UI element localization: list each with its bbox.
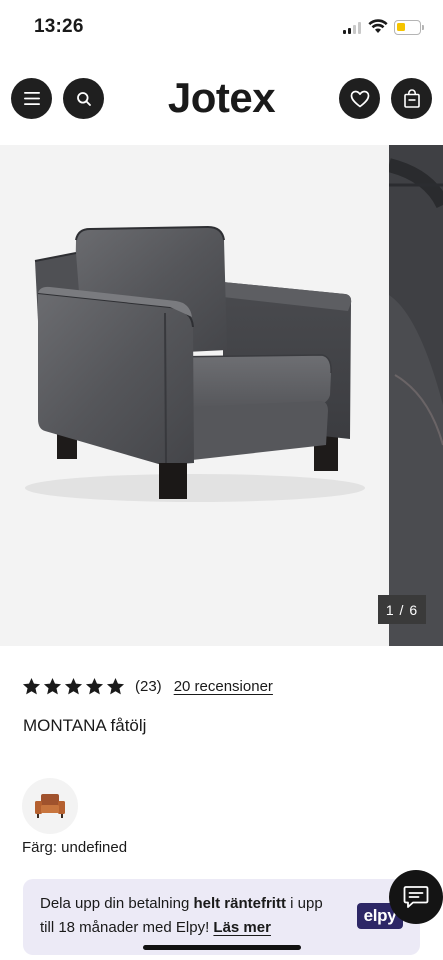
cellular-signal-icon: [343, 22, 363, 34]
read-more-link[interactable]: Läs mer: [213, 919, 271, 936]
star-rating: [22, 677, 125, 696]
elpy-payment-banner: Dela upp din betalning helt räntefritt i…: [23, 879, 420, 955]
chat-button[interactable]: [389, 870, 443, 924]
reviews-link[interactable]: 20 recensioner: [174, 678, 273, 695]
wifi-icon: [368, 19, 388, 34]
site-header: Jotex: [0, 72, 443, 128]
image-counter: 1 / 6: [378, 595, 426, 624]
star-icon: [85, 677, 104, 694]
wishlist-button[interactable]: [339, 78, 380, 119]
menu-button[interactable]: [11, 78, 52, 119]
status-bar: 13:26: [0, 0, 443, 56]
next-product-image[interactable]: [389, 145, 443, 646]
search-icon: [76, 91, 91, 106]
elpy-text-bold: helt räntefritt: [193, 895, 286, 912]
elpy-banner-text: Dela upp din betalning helt räntefritt i…: [40, 892, 330, 940]
product-image-gallery[interactable]: 1 / 6: [0, 145, 443, 646]
product-rating: (23) 20 recensioner: [22, 674, 273, 698]
menu-icon: [23, 92, 40, 105]
cart-button[interactable]: [391, 78, 432, 119]
product-image[interactable]: [0, 145, 387, 646]
chat-icon: [403, 886, 429, 908]
jotex-logo[interactable]: Jotex: [150, 74, 293, 122]
elpy-text-before: Dela upp din betalning: [40, 895, 194, 912]
search-button[interactable]: [63, 78, 104, 119]
color-swatch[interactable]: [22, 778, 78, 834]
star-icon: [22, 677, 41, 694]
star-icon: [43, 677, 62, 694]
star-icon: [106, 677, 125, 694]
color-label: Färg: undefined: [22, 839, 128, 856]
status-time: 13:26: [34, 16, 84, 37]
rating-count: (23): [135, 677, 162, 695]
home-indicator[interactable]: [143, 945, 301, 950]
product-title: MONTANA fåtölj: [23, 716, 147, 735]
star-icon: [64, 677, 83, 694]
heart-icon: [350, 90, 369, 107]
shopping-bag-icon: [403, 89, 420, 108]
armchair-thumbnail: [35, 794, 65, 818]
battery-icon: [394, 20, 424, 35]
